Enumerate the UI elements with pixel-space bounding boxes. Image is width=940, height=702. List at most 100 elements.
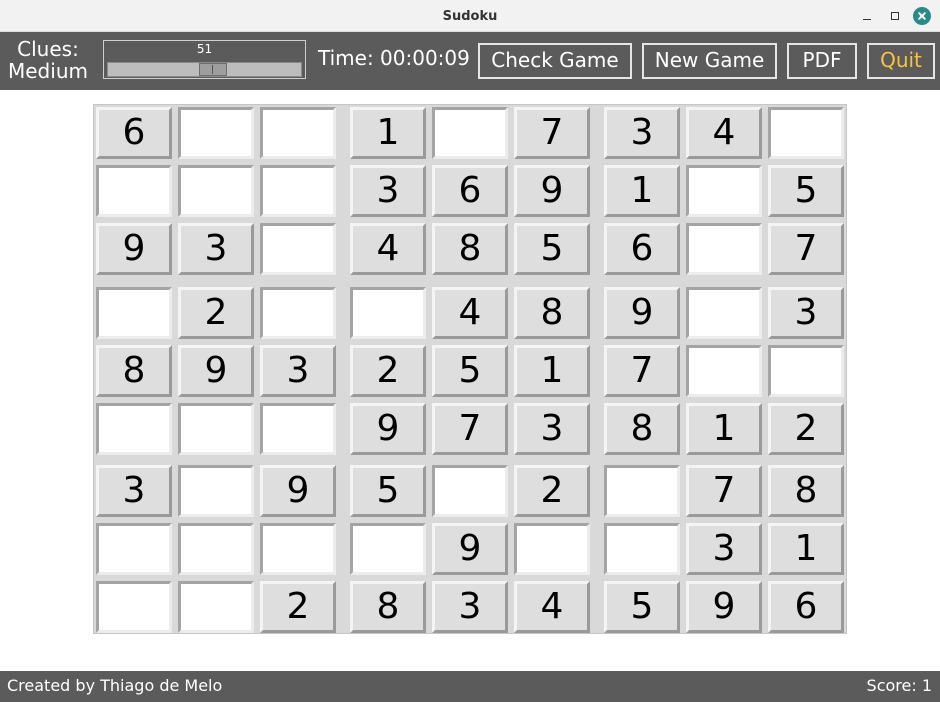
- sudoku-cell[interactable]: 3: [432, 581, 508, 633]
- score-text: Score: 1: [866, 676, 932, 695]
- sudoku-cell[interactable]: [686, 345, 762, 397]
- sudoku-cell[interactable]: 7: [604, 345, 680, 397]
- sudoku-cell[interactable]: [178, 465, 254, 517]
- sudoku-cell[interactable]: 5: [432, 345, 508, 397]
- minimize-icon[interactable]: [858, 7, 876, 25]
- sudoku-cell[interactable]: 8: [350, 581, 426, 633]
- quit-button[interactable]: Quit: [867, 43, 935, 79]
- sudoku-cell[interactable]: 3: [768, 287, 844, 339]
- sudoku-cell[interactable]: [178, 581, 254, 633]
- sudoku-cell[interactable]: 5: [768, 165, 844, 217]
- sudoku-cell[interactable]: 9: [96, 223, 172, 275]
- sudoku-cell[interactable]: [768, 107, 844, 159]
- clues-slider[interactable]: 51: [103, 40, 306, 79]
- sudoku-cell[interactable]: [96, 403, 172, 455]
- sudoku-cell[interactable]: 9: [514, 165, 590, 217]
- timer: Time: 00:00:09: [318, 46, 470, 70]
- sudoku-cell[interactable]: [260, 287, 336, 339]
- sudoku-cell[interactable]: 5: [604, 581, 680, 633]
- sudoku-cell[interactable]: [260, 165, 336, 217]
- sudoku-cell[interactable]: [350, 287, 426, 339]
- sudoku-cell[interactable]: [686, 287, 762, 339]
- sudoku-cell[interactable]: 1: [350, 107, 426, 159]
- sudoku-cell[interactable]: 1: [686, 403, 762, 455]
- sudoku-cell[interactable]: [686, 165, 762, 217]
- sudoku-cell[interactable]: 3: [514, 403, 590, 455]
- sudoku-cell[interactable]: 1: [768, 523, 844, 575]
- sudoku-cell[interactable]: 8: [96, 345, 172, 397]
- close-icon[interactable]: [913, 7, 931, 25]
- sudoku-cell[interactable]: [178, 403, 254, 455]
- sudoku-cell[interactable]: [260, 107, 336, 159]
- sudoku-cell[interactable]: 6: [768, 581, 844, 633]
- sudoku-cell[interactable]: 6: [432, 165, 508, 217]
- sudoku-cell[interactable]: [178, 165, 254, 217]
- clues-label: Clues: Medium: [6, 38, 90, 82]
- sudoku-board: 6173436915934856724893893251797381239527…: [93, 104, 847, 634]
- sudoku-cell[interactable]: [178, 523, 254, 575]
- sudoku-cell[interactable]: 4: [432, 287, 508, 339]
- sudoku-cell[interactable]: 1: [514, 345, 590, 397]
- sudoku-cell[interactable]: 7: [686, 465, 762, 517]
- sudoku-cell[interactable]: 4: [686, 107, 762, 159]
- sudoku-cell[interactable]: 5: [350, 465, 426, 517]
- maximize-icon[interactable]: [886, 7, 904, 25]
- clues-slider-value: 51: [196, 42, 213, 56]
- sudoku-cell[interactable]: 7: [514, 107, 590, 159]
- sudoku-cell[interactable]: 2: [260, 581, 336, 633]
- sudoku-cell[interactable]: [432, 107, 508, 159]
- sudoku-cell[interactable]: 8: [432, 223, 508, 275]
- sudoku-cell[interactable]: [96, 287, 172, 339]
- sudoku-cell[interactable]: 3: [260, 345, 336, 397]
- clues-level: Medium: [8, 59, 88, 83]
- sudoku-cell[interactable]: 7: [768, 223, 844, 275]
- sudoku-cell[interactable]: 3: [604, 107, 680, 159]
- sudoku-cell[interactable]: [260, 403, 336, 455]
- sudoku-cell[interactable]: [260, 223, 336, 275]
- sudoku-cell[interactable]: 4: [350, 223, 426, 275]
- sudoku-cell[interactable]: 3: [686, 523, 762, 575]
- sudoku-cell[interactable]: [96, 581, 172, 633]
- sudoku-cell[interactable]: 4: [514, 581, 590, 633]
- sudoku-cell[interactable]: [604, 465, 680, 517]
- pdf-button[interactable]: PDF: [787, 43, 857, 79]
- sudoku-cell[interactable]: 2: [514, 465, 590, 517]
- status-bar: Created by Thiago de Melo Score: 1: [0, 671, 940, 702]
- sudoku-cell[interactable]: 2: [350, 345, 426, 397]
- sudoku-cell[interactable]: 9: [260, 465, 336, 517]
- sudoku-cell[interactable]: 9: [178, 345, 254, 397]
- clues-slider-trough[interactable]: [107, 62, 302, 77]
- sudoku-cell[interactable]: 3: [178, 223, 254, 275]
- sudoku-cell[interactable]: 3: [96, 465, 172, 517]
- sudoku-cell[interactable]: 1: [604, 165, 680, 217]
- sudoku-cell[interactable]: [686, 223, 762, 275]
- sudoku-cell[interactable]: 9: [604, 287, 680, 339]
- sudoku-cell[interactable]: 9: [686, 581, 762, 633]
- sudoku-cell[interactable]: 9: [432, 523, 508, 575]
- sudoku-cell[interactable]: [96, 165, 172, 217]
- sudoku-cell[interactable]: [514, 523, 590, 575]
- sudoku-cell[interactable]: 2: [768, 403, 844, 455]
- sudoku-cell[interactable]: 8: [514, 287, 590, 339]
- sudoku-cell[interactable]: [96, 523, 172, 575]
- check-game-button[interactable]: Check Game: [478, 43, 632, 79]
- sudoku-cell[interactable]: 8: [604, 403, 680, 455]
- sudoku-cell[interactable]: 8: [768, 465, 844, 517]
- sudoku-cell[interactable]: 6: [604, 223, 680, 275]
- sudoku-cell[interactable]: [604, 523, 680, 575]
- sudoku-cell[interactable]: 3: [350, 165, 426, 217]
- sudoku-cell[interactable]: [768, 345, 844, 397]
- sudoku-cell[interactable]: [260, 523, 336, 575]
- sudoku-cell[interactable]: 9: [350, 403, 426, 455]
- sudoku-cell[interactable]: [178, 107, 254, 159]
- clues-slider-handle[interactable]: [199, 63, 227, 76]
- sudoku-cell[interactable]: 6: [96, 107, 172, 159]
- sudoku-cell[interactable]: 5: [514, 223, 590, 275]
- new-game-button[interactable]: New Game: [642, 43, 777, 79]
- sudoku-cell[interactable]: [350, 523, 426, 575]
- sudoku-cell[interactable]: [432, 465, 508, 517]
- sudoku-cell[interactable]: 7: [432, 403, 508, 455]
- toolbar: Clues: Medium 51 Time: 00:00:09 Check Ga…: [0, 32, 940, 90]
- window-title: Sudoku: [442, 9, 498, 24]
- sudoku-cell[interactable]: 2: [178, 287, 254, 339]
